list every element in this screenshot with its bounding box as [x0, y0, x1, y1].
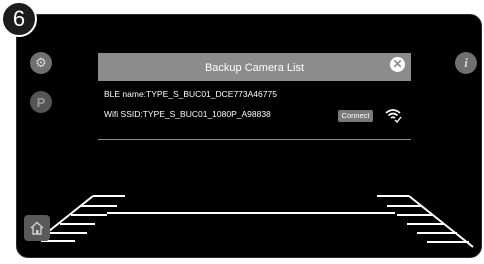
- home-button[interactable]: [24, 215, 50, 241]
- dialog-title: Backup Camera List: [204, 62, 305, 74]
- close-icon[interactable]: ✕: [390, 57, 405, 72]
- backup-camera-list-dialog: Backup Camera List ✕ BLE name:TYPE_S_BUC…: [98, 53, 411, 140]
- step-badge: 6: [1, 1, 37, 37]
- connect-button[interactable]: Connect: [338, 110, 373, 122]
- ble-name-text: BLE name:TYPE_S_BUC01_DCE773A46775: [104, 89, 277, 99]
- parking-icon[interactable]: P: [30, 91, 52, 113]
- parking-guidelines: [38, 195, 474, 248]
- wifi-check-icon: [385, 109, 402, 123]
- home-icon: [30, 221, 44, 235]
- dialog-divider: [98, 139, 411, 140]
- camera-view: ⚙ P i Backup Camera List ✕ BLE name:TYPE…: [16, 14, 482, 258]
- wifi-ssid-text: Wifi SSID:TYPE_S_BUC01_1080P_A98838: [104, 109, 271, 119]
- dialog-header: Backup Camera List ✕: [98, 53, 411, 81]
- info-icon[interactable]: i: [455, 52, 477, 74]
- gear-icon[interactable]: ⚙: [30, 52, 52, 74]
